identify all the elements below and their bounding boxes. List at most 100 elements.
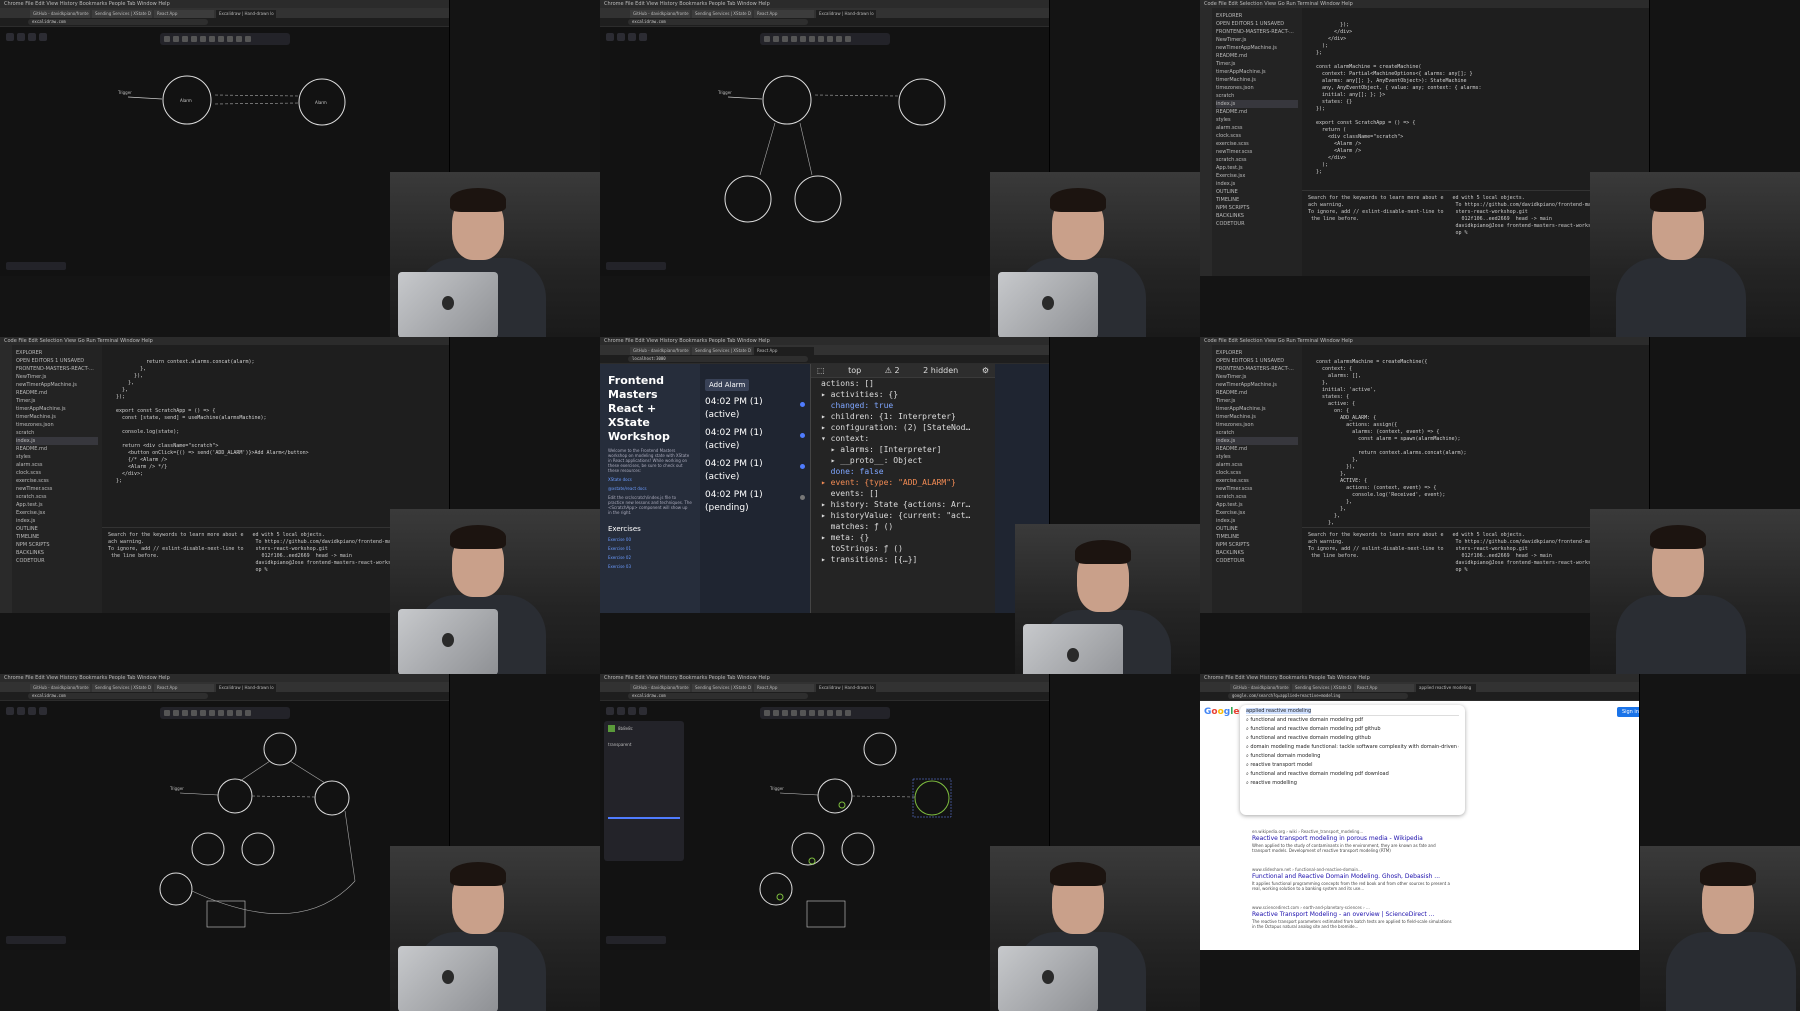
state-circle[interactable] — [794, 175, 842, 223]
outline-section[interactable]: TIMELINE — [16, 533, 98, 541]
console-line[interactable]: ▸ meta: {} — [811, 532, 995, 543]
link-xstate-react-docs[interactable]: @xstate/react docs — [608, 486, 692, 491]
menu-bar[interactable]: Chrome File Edit View History Bookmarks … — [0, 0, 449, 8]
result-title[interactable]: Functional and Reactive Domain Modeling.… — [1252, 873, 1452, 880]
file-item[interactable]: index.js — [1216, 437, 1298, 445]
file-item[interactable]: NewTimer.js — [1216, 373, 1298, 381]
file-item[interactable]: scratch — [1216, 92, 1298, 100]
excalidraw-canvas[interactable]: Trigger — [600, 27, 1049, 276]
console-line[interactable]: ▸ __proto__: Object — [811, 455, 995, 466]
console-line[interactable]: changed: true — [811, 400, 995, 411]
tab-github[interactable]: GitHub - davidkpiano/fronte — [1230, 684, 1290, 692]
console-line[interactable]: done: false — [811, 466, 995, 477]
outline-section[interactable]: OUTLINE — [1216, 188, 1298, 196]
outline-section[interactable]: NPM SCRIPTS — [1216, 541, 1298, 549]
file-item[interactable]: newTimerAppMachine.js — [16, 381, 98, 389]
context-select[interactable]: top — [848, 366, 861, 375]
tab-react-app[interactable]: React App — [754, 347, 814, 355]
file-item[interactable]: index.js — [16, 437, 98, 445]
project-folder[interactable]: FRONTEND-MASTERS-REACT-... — [1216, 365, 1298, 373]
exercise-link[interactable]: Exercise 02 — [608, 555, 692, 560]
arrow[interactable] — [851, 795, 916, 798]
outline-section[interactable]: CODETOUR — [1216, 557, 1298, 565]
code-editor[interactable]: }); </div> </div> );}; const alarmMachine… — [1302, 8, 1649, 188]
search-input[interactable]: applied reactive modeling — [1246, 707, 1459, 716]
open-editors[interactable]: OPEN EDITORS 1 UNSAVED — [1216, 20, 1298, 28]
arrow[interactable] — [191, 880, 356, 914]
file-item[interactable]: Exercise.jsx — [16, 509, 98, 517]
file-item[interactable]: timezones.json — [16, 421, 98, 429]
console-line[interactable]: ▸ children: {1: Interpreter} — [811, 411, 995, 422]
state-circle[interactable] — [791, 832, 825, 866]
suggestion-item[interactable]: ⌕ functional and reactive domain modelin… — [1246, 734, 1459, 743]
file-item[interactable]: alarm.scss — [1216, 461, 1298, 469]
state-circle[interactable] — [191, 832, 225, 866]
url-text[interactable]: excalidraw.com — [628, 693, 808, 699]
tab-react-app[interactable]: React App — [154, 10, 214, 18]
file-item[interactable]: index.js — [1216, 180, 1298, 188]
file-item[interactable]: clock.scss — [16, 469, 98, 477]
file-item[interactable]: timerMachine.js — [16, 413, 98, 421]
arrow[interactable] — [344, 810, 356, 882]
file-item[interactable]: scratch — [1216, 429, 1298, 437]
arrow[interactable] — [179, 792, 219, 796]
state-circle[interactable] — [817, 778, 853, 814]
file-item[interactable]: README.md — [1216, 52, 1298, 60]
result-source[interactable]: en.wikipedia.org › wiki › Reactive_trans… — [1252, 829, 1452, 834]
project-folder[interactable]: FRONTEND-MASTERS-REACT-... — [1216, 28, 1298, 36]
file-explorer[interactable]: EXPLORER OPEN EDITORS 1 UNSAVED FRONTEND-M… — [12, 345, 102, 613]
url-text[interactable]: excalidraw.com — [28, 693, 208, 699]
state-circle[interactable] — [724, 175, 772, 223]
outline-section[interactable]: TIMELINE — [1216, 533, 1298, 541]
address-bar[interactable]: excalidraw.com — [600, 18, 1049, 27]
file-item[interactable]: exercise.scss — [1216, 140, 1298, 148]
file-item[interactable]: newTimer.scss — [1216, 485, 1298, 493]
state-circle[interactable] — [841, 832, 875, 866]
state-circle-selected[interactable] — [914, 780, 950, 816]
file-item[interactable]: App.test.js — [1216, 501, 1298, 509]
inspect-icon[interactable]: ⬚ — [817, 366, 825, 375]
file-item[interactable]: README.md — [1216, 389, 1298, 397]
file-item[interactable]: README.md — [16, 389, 98, 397]
hidden-count[interactable]: 2 hidden — [923, 366, 958, 375]
arrow[interactable] — [289, 760, 326, 784]
file-item[interactable]: App.test.js — [1216, 164, 1298, 172]
file-item[interactable]: timerMachine.js — [1216, 76, 1298, 84]
suggestion-item[interactable]: ⌕ reactive transport model — [1246, 761, 1459, 770]
file-item[interactable]: Exercise.jsx — [1216, 172, 1298, 180]
file-item[interactable]: exercise.scss — [1216, 477, 1298, 485]
file-item[interactable]: Timer.js — [1216, 397, 1298, 405]
file-explorer[interactable]: EXPLORER OPEN EDITORS 1 UNSAVED FRONTEND-M… — [1212, 345, 1302, 613]
file-item[interactable]: Exercise.jsx — [1216, 509, 1298, 517]
state-circle[interactable] — [217, 778, 253, 814]
tab-excalidraw[interactable]: Excalidraw | Hand-drawn lo — [216, 10, 276, 18]
zoom-control[interactable] — [606, 936, 666, 944]
url-text[interactable]: google.com/search?q=applied+reactive+mod… — [1228, 693, 1408, 699]
tab-react-app[interactable]: React App — [1354, 684, 1414, 692]
file-item[interactable]: Timer.js — [16, 397, 98, 405]
activity-bar[interactable] — [0, 345, 12, 613]
outline-section[interactable]: TIMELINE — [1216, 196, 1298, 204]
console-output[interactable]: actions: [] ▸ activities: {} changed: tru… — [811, 378, 995, 565]
console-line[interactable]: events: [] — [811, 488, 995, 499]
zoom-control[interactable] — [6, 936, 66, 944]
machine-box[interactable] — [806, 900, 846, 928]
arrow[interactable] — [214, 94, 299, 97]
project-folder[interactable]: FRONTEND-MASTERS-REACT-... — [16, 365, 98, 373]
result-source[interactable]: www.sciencedirect.com › earth-and-planet… — [1252, 905, 1452, 910]
url-text[interactable]: localhost:3000 — [628, 356, 808, 362]
outline-section[interactable]: BACKLINKS — [16, 549, 98, 557]
file-item[interactable]: styles — [1216, 453, 1298, 461]
alarm-toggle[interactable] — [800, 433, 805, 438]
menu-bar[interactable]: Chrome File Edit View History Bookmarks … — [600, 337, 1049, 345]
file-item[interactable]: alarm.scss — [16, 461, 98, 469]
tab-xstate-docs[interactable]: Sending Services | XState D — [1292, 684, 1352, 692]
console-line[interactable]: toStrings: ƒ () — [811, 543, 995, 554]
file-item[interactable]: newTimer.scss — [16, 485, 98, 493]
menu-bar[interactable]: Code File Edit Selection View Go Run Ter… — [1200, 0, 1649, 8]
machine-box[interactable] — [206, 900, 246, 928]
outline-section[interactable]: BACKLINKS — [1216, 549, 1298, 557]
result-source[interactable]: www.slideshare.net › functional-and-reac… — [1252, 867, 1452, 872]
tab-xstate-docs[interactable]: Sending Services | XState D — [92, 10, 152, 18]
file-item[interactable]: newTimerAppMachine.js — [1216, 44, 1298, 52]
